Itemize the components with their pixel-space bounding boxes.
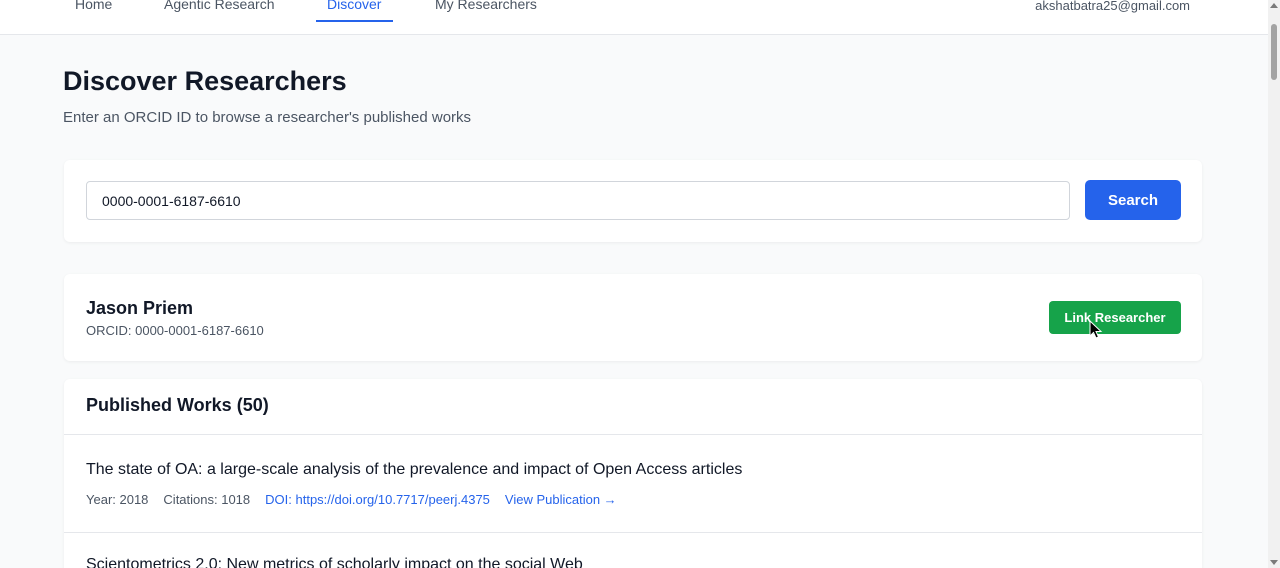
mouse-pointer-icon — [1089, 320, 1103, 339]
search-button[interactable]: Search — [1085, 180, 1181, 220]
work-item: Scientometrics 2.0: New metrics of schol… — [86, 556, 1186, 568]
link-researcher-button[interactable]: Link Researcher — [1049, 301, 1181, 334]
researcher-orcid: ORCID: 0000-0001-6187-6610 — [86, 323, 264, 338]
nav-my-researchers-link[interactable]: My Researchers — [435, 0, 537, 12]
divider — [64, 532, 1202, 533]
page-scrollbar[interactable] — [1268, 0, 1280, 568]
work-item: The state of OA: a large-scale analysis … — [86, 461, 1186, 507]
work-citations: Citations: 1018 — [163, 492, 251, 507]
orcid-search-input[interactable] — [86, 181, 1070, 220]
search-card: Search — [64, 160, 1202, 242]
researcher-card: Jason Priem ORCID: 0000-0001-6187-6610 L… — [64, 274, 1202, 361]
nav-home-link[interactable]: Home — [75, 0, 112, 12]
published-works-card: Published Works (50) The state of OA: a … — [64, 379, 1202, 568]
divider — [64, 434, 1202, 435]
nav-agentic-research-link[interactable]: Agentic Research — [164, 0, 275, 12]
researcher-name: Jason Priem — [86, 298, 194, 318]
page-subtitle: Enter an ORCID ID to browse a researcher… — [63, 109, 472, 126]
scroll-up-arrow-icon[interactable] — [1270, 3, 1278, 8]
work-title: Scientometrics 2.0: New metrics of schol… — [86, 556, 583, 568]
user-email[interactable]: akshatbatra25@gmail.com — [1035, 0, 1190, 13]
active-tab-indicator — [316, 20, 393, 22]
scrollbar-thumb[interactable] — [1271, 24, 1277, 80]
view-publication-link[interactable]: View Publication → — [505, 492, 617, 507]
work-doi-link[interactable]: DOI: https://doi.org/10.7717/peerj.4375 — [265, 492, 490, 507]
published-works-header: Published Works (50) — [86, 395, 269, 415]
page-title: Discover Researchers — [63, 66, 347, 96]
work-title: The state of OA: a large-scale analysis … — [86, 461, 743, 478]
work-year: Year: 2018 — [86, 492, 149, 507]
scroll-down-arrow-icon[interactable] — [1270, 560, 1278, 565]
top-navigation: Home Agentic Research Discover My Resear… — [0, 0, 1268, 35]
work-meta: Year: 2018 Citations: 1018 DOI: https://… — [86, 492, 1186, 507]
nav-discover-link[interactable]: Discover — [327, 0, 381, 12]
